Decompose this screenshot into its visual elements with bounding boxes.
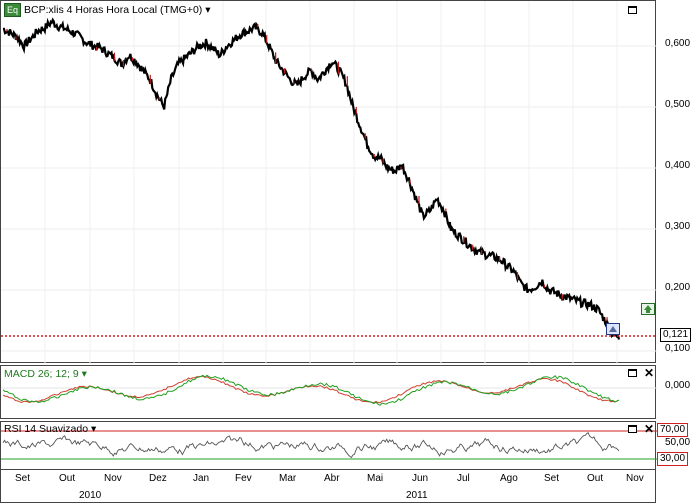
price-y-tick: 0,400 (665, 160, 691, 171)
chart-header[interactable]: Eq BCP:xlis 4 Horas Hora Local (TMG+0) ▾ (4, 3, 211, 17)
macd-y-tick: 0,000 (665, 380, 691, 391)
price-pane: Eq BCP:xlis 4 Horas Hora Local (TMG+0) ▾… (0, 0, 700, 364)
rsi-menu-icon[interactable]: ▾ (91, 423, 96, 435)
title-menu-icon[interactable]: ▾ (205, 4, 210, 16)
month-label: Dez (149, 473, 167, 484)
price-y-axis: 0,600 0,500 0,400 0,300 0,200 0,100 0,12… (656, 0, 700, 363)
month-label: Set (544, 473, 560, 484)
macd-pane: MACD 26; 12; 9 ▾ ✕ 0,000 (0, 365, 700, 419)
month-label: Nov (626, 473, 644, 484)
year-label: 2011 (406, 490, 428, 501)
month-label: Set (15, 473, 31, 484)
macd-chart (1, 374, 657, 406)
macd-menu-icon[interactable]: ▾ (82, 368, 87, 380)
month-label: Fev (235, 473, 252, 484)
month-label: Out (587, 473, 604, 484)
month-label: Jun (412, 473, 429, 484)
rsi-chart (1, 430, 657, 460)
rsi-plot-area[interactable]: RSI 14 Suavizado ▾ (0, 421, 657, 470)
rsi-y-tick: 50,00 (665, 437, 691, 448)
macd-y-axis: ✕ 0,000 (628, 365, 700, 419)
rsi-label-text[interactable]: RSI 14 Suavizado (4, 423, 88, 435)
alert-up-marker-icon[interactable] (606, 323, 620, 335)
macd-signal-line (2, 375, 620, 404)
rsi-pane: RSI 14 Suavizado ▾ ✕ 70,00 50,00 30,00 (0, 421, 700, 470)
month-label: Mai (367, 473, 384, 484)
macd-line (2, 374, 620, 406)
rsi-y-axis: ✕ 70,00 50,00 30,00 (628, 421, 700, 470)
price-y-tick: 0,300 (665, 221, 691, 232)
month-label: Jan (193, 473, 210, 484)
month-label: Mar (279, 473, 297, 484)
price-chart (1, 1, 657, 364)
rsi-label[interactable]: RSI 14 Suavizado ▾ (4, 423, 96, 435)
price-y-tick: 0,100 (665, 343, 691, 354)
rsi-close-icon[interactable]: ✕ (644, 423, 654, 435)
price-y-tick: 0,500 (665, 99, 691, 110)
macd-label[interactable]: MACD 26; 12; 9 ▾ (4, 368, 87, 380)
month-label: Jul (457, 473, 470, 484)
month-label: Abr (324, 473, 340, 484)
macd-maximize-icon[interactable] (628, 369, 637, 377)
price-plot-area[interactable]: Eq BCP:xlis 4 Horas Hora Local (TMG+0) ▾ (0, 0, 657, 364)
time-axis: Set Out Nov Dez Jan Fev Mar Abr Mai Jun … (0, 470, 656, 503)
macd-plot-area[interactable]: MACD 26; 12; 9 ▾ (0, 365, 657, 419)
price-y-tick: 0,200 (665, 282, 691, 293)
chart-title[interactable]: BCP:xlis 4 Horas Hora Local (TMG+0) (24, 4, 202, 16)
rsi-maximize-icon[interactable] (628, 425, 637, 433)
month-label: Nov (104, 473, 122, 484)
last-price-label: 0,121 (660, 328, 692, 342)
macd-close-icon[interactable]: ✕ (644, 367, 654, 379)
rsi-lower-level-label: 30,00 (657, 452, 689, 466)
macd-label-text[interactable]: MACD 26; 12; 9 (4, 368, 79, 380)
rsi-line (2, 432, 620, 459)
month-label: Out (59, 473, 76, 484)
target-up-marker-icon[interactable] (641, 303, 655, 315)
month-label: Ago (500, 473, 518, 484)
price-y-tick: 0,600 (665, 38, 691, 49)
year-label: 2010 (79, 490, 102, 501)
equity-badge: Eq (4, 3, 22, 17)
maximize-pane-icon[interactable] (628, 6, 637, 14)
price-line (2, 17, 621, 340)
rsi-upper-level-label: 70,00 (657, 423, 689, 437)
